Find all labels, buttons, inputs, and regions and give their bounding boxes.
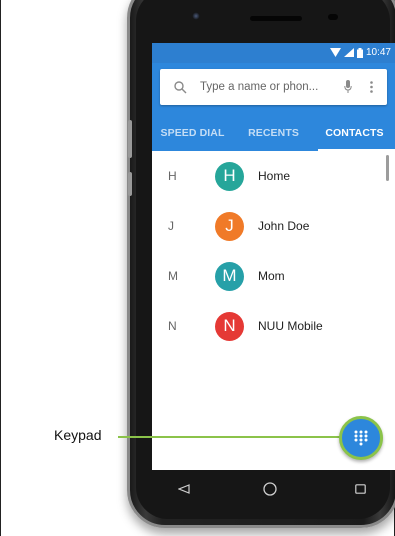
contact-row-home[interactable]: H H Home xyxy=(152,151,395,201)
earpiece-speaker xyxy=(250,16,302,21)
section-letter: J xyxy=(168,219,174,233)
tab-contacts[interactable]: CONTACTS xyxy=(314,115,395,151)
keypad-callout-label: Keypad xyxy=(54,427,102,443)
search-input[interactable]: Type a name or phon... xyxy=(200,81,335,93)
contact-avatar: N xyxy=(215,311,244,341)
volume-button xyxy=(128,120,132,158)
tab-speed-dial[interactable]: SPEED DIAL xyxy=(152,115,233,151)
phone-screen: 10:47 Type a name or phon... SPEED DIAL … xyxy=(152,43,395,470)
proximity-sensor xyxy=(328,14,338,20)
contact-row-mom[interactable]: M M Mom xyxy=(152,251,395,301)
contact-name: Mom xyxy=(258,269,285,283)
status-time: 10:47 xyxy=(365,47,391,58)
wifi-icon xyxy=(329,48,341,57)
back-icon[interactable] xyxy=(178,484,190,494)
front-camera xyxy=(192,12,200,20)
contact-name: Home xyxy=(258,169,291,183)
contact-row-john-doe[interactable]: J J John Doe xyxy=(152,201,395,251)
section-letter: M xyxy=(168,269,178,283)
search-bar[interactable]: Type a name or phon... xyxy=(160,69,387,105)
contact-row-nuu-mobile[interactable]: N N NUU Mobile xyxy=(152,301,395,351)
keypad-button[interactable] xyxy=(339,416,383,460)
home-icon[interactable] xyxy=(262,481,278,497)
power-button xyxy=(128,172,132,196)
dialpad-icon xyxy=(354,430,368,446)
tab-bar: SPEED DIAL RECENTS CONTACTS xyxy=(152,115,395,151)
mic-icon[interactable] xyxy=(335,80,361,94)
search-icon xyxy=(160,80,200,94)
tab-recents[interactable]: RECENTS xyxy=(233,115,314,151)
contact-avatar: M xyxy=(215,261,244,291)
battery-icon xyxy=(356,47,363,58)
section-letter: N xyxy=(168,319,177,333)
contact-avatar: J xyxy=(215,211,244,241)
contact-list: H H Home J J John Doe M M Mom N N NUU Mo… xyxy=(152,151,395,351)
status-bar: 10:47 xyxy=(152,43,395,63)
contact-avatar: H xyxy=(215,161,244,191)
scrollbar[interactable] xyxy=(386,155,389,181)
app-header: Type a name or phon... SPEED DIAL RECENT… xyxy=(152,63,395,151)
section-letter: H xyxy=(168,169,177,183)
contact-name: NUU Mobile xyxy=(258,319,323,333)
callout-line xyxy=(118,436,340,438)
contact-name: John Doe xyxy=(258,219,310,233)
recents-icon[interactable] xyxy=(355,484,366,494)
signal-icon xyxy=(343,48,354,57)
more-options-icon[interactable] xyxy=(361,81,381,93)
